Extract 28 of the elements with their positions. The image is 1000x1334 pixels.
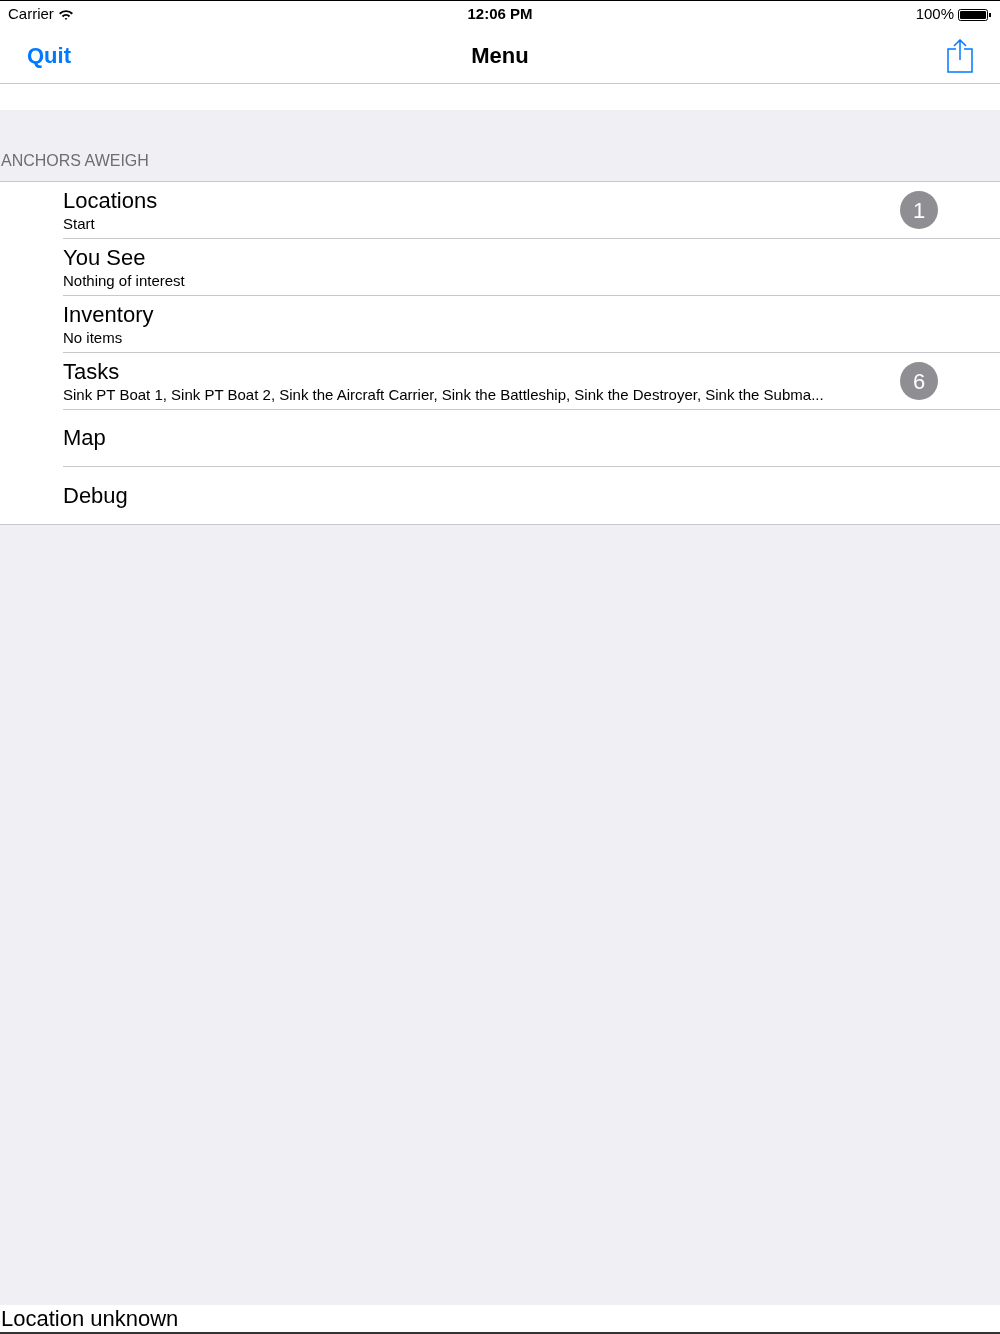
- menu-row[interactable]: Locations Start 1: [0, 182, 1000, 239]
- menu-row[interactable]: You See Nothing of interest: [0, 239, 1000, 296]
- quit-button[interactable]: Quit: [27, 39, 71, 72]
- nav-title: Menu: [471, 42, 529, 70]
- battery-label: 100%: [915, 4, 954, 25]
- footer-status: Location unknown: [0, 1305, 179, 1333]
- row-subtitle: No items: [63, 327, 124, 347]
- menu-row[interactable]: Debug: [0, 467, 1000, 524]
- row-title: Inventory: [63, 301, 155, 328]
- row-title: Tasks: [63, 358, 121, 385]
- row-title: Debug: [63, 482, 129, 509]
- row-title: Locations: [63, 187, 159, 214]
- menu-row[interactable]: Tasks Sink PT Boat 1, Sink PT Boat 2, Sink the Aircraft Carrier, Sink the Battleship, Sink the Destroyer, Sink the Subma... 6: [0, 353, 1000, 410]
- wifi-icon: [57, 8, 74, 21]
- row-title: Map: [63, 425, 107, 451]
- row-subtitle: Start: [63, 213, 96, 233]
- row-subtitle: Nothing of interest: [63, 270, 186, 290]
- count-badge: 1: [900, 191, 938, 229]
- row-title: You See: [63, 244, 147, 271]
- menu-row[interactable]: Map: [0, 410, 1000, 467]
- menu-row[interactable]: Inventory No items: [0, 296, 1000, 353]
- row-subtitle: Sink PT Boat 1, Sink PT Boat 2, Sink the Aircraft Carrier, Sink the Battleship, Sink the Destroyer, Sink the Subma...: [63, 384, 825, 404]
- battery-icon: [958, 7, 992, 22]
- carrier-label: Carrier: [8, 4, 54, 25]
- status-time: 12:06 PM: [467, 4, 533, 25]
- count-badge: 6: [900, 362, 938, 400]
- share-icon[interactable]: [947, 38, 973, 73]
- section-header: ANCHORS AWEIGH: [0, 151, 149, 171]
